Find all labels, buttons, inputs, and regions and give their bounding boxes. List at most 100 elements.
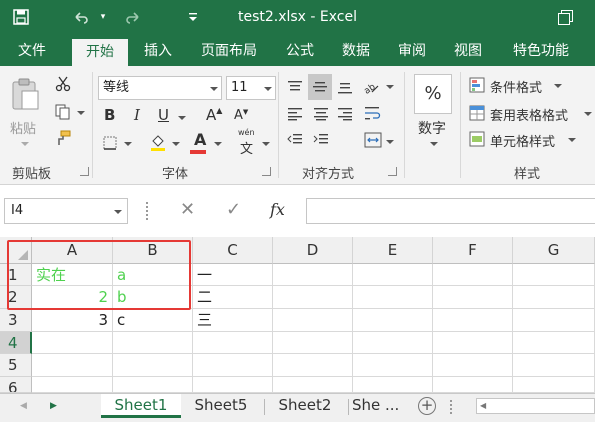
align-center-icon[interactable]	[310, 104, 332, 124]
scroll-tabs-right-icon[interactable]: ▶	[50, 401, 57, 411]
tab-data[interactable]: 数据	[328, 36, 384, 66]
decrease-indent-icon[interactable]	[284, 130, 306, 150]
cell-g4[interactable]	[513, 332, 595, 354]
cell-styles-button[interactable]: 单元格样式	[490, 131, 555, 150]
sheet-tab-more[interactable]: She ...	[352, 394, 412, 418]
formula-input[interactable]	[306, 198, 595, 224]
orientation-icon[interactable]: ab	[360, 74, 382, 98]
sheet-tab-sheet5[interactable]: Sheet5	[184, 394, 258, 418]
wrap-text-icon[interactable]	[362, 104, 384, 124]
column-header-c[interactable]: C	[193, 237, 273, 264]
align-middle-icon[interactable]	[308, 74, 332, 100]
number-label[interactable]: 数字	[418, 118, 446, 138]
font-color-dropdown-icon[interactable]	[214, 142, 222, 146]
cell-g3[interactable]	[513, 309, 595, 332]
cell-g6[interactable]	[513, 377, 595, 393]
cell-a4[interactable]	[32, 332, 113, 354]
cell-e2[interactable]	[353, 286, 433, 309]
borders-icon[interactable]	[101, 134, 119, 152]
clipboard-launcher-icon[interactable]	[80, 167, 89, 176]
cell-c2[interactable]: 二	[193, 286, 273, 309]
row-header-1[interactable]: 1	[0, 264, 32, 286]
format-painter-icon[interactable]	[52, 128, 74, 148]
row-header-3[interactable]: 3	[0, 309, 32, 332]
cell-e6[interactable]	[353, 377, 433, 393]
tab-view[interactable]: 视图	[440, 36, 496, 66]
cell-b3[interactable]: c	[113, 309, 193, 332]
cut-icon[interactable]	[52, 74, 74, 94]
orientation-dropdown-icon[interactable]	[386, 85, 394, 89]
row-header-6[interactable]: 6	[0, 377, 32, 393]
font-name-select[interactable]: 等线	[98, 76, 222, 100]
italic-button[interactable]: I	[134, 106, 140, 124]
cell-d4[interactable]	[273, 332, 353, 354]
column-header-d[interactable]: D	[273, 237, 353, 264]
alignment-launcher-icon[interactable]	[388, 167, 397, 176]
cell-c1[interactable]: 一	[193, 264, 273, 286]
merge-center-icon[interactable]	[362, 130, 384, 150]
cell-c6[interactable]	[193, 377, 273, 393]
conditional-format-button[interactable]: 条件格式	[490, 77, 542, 96]
cell-f3[interactable]	[433, 309, 513, 332]
cancel-icon[interactable]: ✕	[180, 199, 195, 220]
format-as-table-dropdown-icon[interactable]	[584, 112, 592, 116]
select-all-corner[interactable]	[0, 237, 32, 264]
cell-f2[interactable]	[433, 286, 513, 309]
align-bottom-icon[interactable]	[334, 76, 356, 98]
increase-indent-icon[interactable]	[310, 130, 332, 150]
cell-f4[interactable]	[433, 332, 513, 354]
add-sheet-icon[interactable]: +	[418, 397, 436, 415]
row-header-2[interactable]: 2	[0, 286, 32, 309]
cell-b5[interactable]	[113, 354, 193, 377]
column-header-e[interactable]: E	[353, 237, 433, 264]
copy-dropdown-icon[interactable]	[77, 111, 85, 115]
column-header-b[interactable]: B	[113, 237, 193, 264]
bold-button[interactable]: B	[104, 106, 115, 124]
format-as-table-icon[interactable]	[468, 104, 486, 122]
cell-b4[interactable]	[113, 332, 193, 354]
merge-dropdown-icon[interactable]	[386, 140, 394, 144]
insert-function-icon[interactable]: fx	[270, 200, 285, 219]
cell-d5[interactable]	[273, 354, 353, 377]
formula-bar-grip[interactable]	[146, 202, 151, 220]
align-right-icon[interactable]	[334, 104, 356, 124]
cell-styles-dropdown-icon[interactable]	[568, 138, 576, 142]
scroll-left-icon[interactable]: ◀	[480, 401, 486, 410]
format-as-table-button[interactable]: 套用表格格式	[490, 105, 568, 124]
sheet-tab-sheet1[interactable]: Sheet1	[101, 394, 181, 418]
scroll-tabs-left-icon[interactable]: ◀	[20, 401, 27, 411]
font-name-dropdown-icon[interactable]	[210, 87, 218, 91]
font-color-button[interactable]: A	[194, 130, 206, 149]
tab-formulas[interactable]: 公式	[272, 36, 328, 66]
tab-insert[interactable]: 插入	[130, 36, 186, 66]
cell-e3[interactable]	[353, 309, 433, 332]
paste-dropdown-icon[interactable]	[21, 142, 29, 146]
row-header-5[interactable]: 5	[0, 354, 32, 377]
name-box[interactable]: I4	[4, 198, 128, 224]
tab-features[interactable]: 特色功能	[500, 36, 582, 66]
cell-d6[interactable]	[273, 377, 353, 393]
cell-b1[interactable]: a	[113, 264, 193, 286]
conditional-format-dropdown-icon[interactable]	[554, 84, 562, 88]
conditional-format-icon[interactable]	[468, 76, 486, 94]
cell-a5[interactable]	[32, 354, 113, 377]
underline-dropdown-icon[interactable]	[178, 116, 186, 120]
cell-g5[interactable]	[513, 354, 595, 377]
cell-d2[interactable]	[273, 286, 353, 309]
cell-e1[interactable]	[353, 264, 433, 286]
shrink-font-button[interactable]: A▼	[234, 108, 248, 123]
number-dropdown-icon[interactable]	[430, 142, 438, 146]
column-header-f[interactable]: F	[433, 237, 513, 264]
cell-e5[interactable]	[353, 354, 433, 377]
row-header-4[interactable]: 4	[0, 332, 32, 354]
cell-d3[interactable]	[273, 309, 353, 332]
cell-a2[interactable]: 2	[32, 286, 113, 309]
font-size-dropdown-icon[interactable]	[264, 87, 272, 91]
cell-f6[interactable]	[433, 377, 513, 393]
fill-color-dropdown-icon[interactable]	[172, 142, 180, 146]
cell-a1[interactable]: 实在	[32, 264, 113, 286]
tab-page-layout[interactable]: 页面布局	[190, 36, 268, 66]
fill-color-icon[interactable]	[148, 132, 168, 152]
font-launcher-icon[interactable]	[262, 167, 271, 176]
column-header-g[interactable]: G	[513, 237, 595, 264]
